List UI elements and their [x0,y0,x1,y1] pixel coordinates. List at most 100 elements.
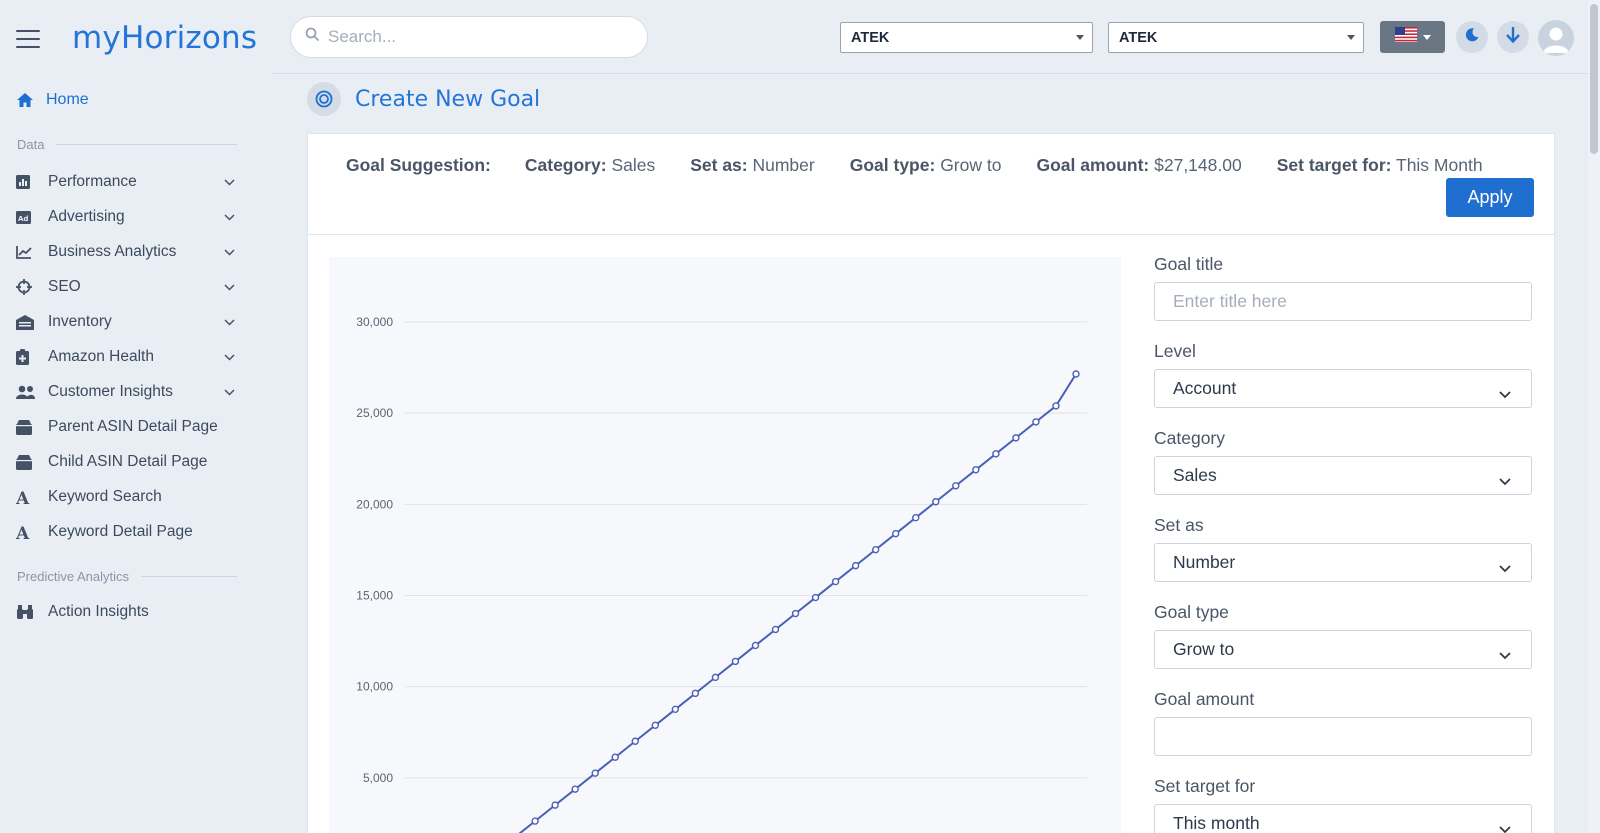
data-point[interactable] [591,769,599,777]
goal-amount-input[interactable] [1154,717,1532,756]
page-header: Create New Goal [307,82,540,116]
home-icon [16,92,46,108]
data-point[interactable] [531,817,539,825]
data-point[interactable] [1032,418,1040,426]
goal-suggestion: Goal Suggestion: Category: Sales Set as:… [346,155,1526,176]
chevron-down-icon[interactable] [222,283,236,291]
hamburger-icon[interactable] [16,30,40,48]
data-point[interactable] [972,466,980,474]
warehouse-icon [16,314,48,330]
apply-button[interactable]: Apply [1446,178,1534,217]
svg-text:Ad: Ad [18,215,28,223]
set-as-select[interactable]: Number [1154,543,1532,582]
chevron-down-icon [1499,644,1511,665]
goal-type-label: Goal type [1154,602,1229,622]
users-icon [16,385,48,399]
data-point[interactable] [1052,402,1060,410]
target-select[interactable]: This month [1154,804,1532,833]
suggestion-target: Set target for: This Month [1276,155,1483,175]
svg-text:A: A [16,524,30,540]
set-as-value: Number [1173,552,1236,572]
svg-text:A: A [16,489,30,505]
chevron-down-icon [1499,470,1511,491]
data-point[interactable] [1012,434,1020,442]
data-point[interactable] [731,657,740,666]
data-point[interactable] [932,498,940,506]
data-point[interactable] [892,529,900,538]
brand-logo[interactable]: myHorizons [72,20,257,56]
scrollbar-thumb[interactable] [1590,4,1598,154]
chevron-down-icon[interactable] [222,318,236,326]
caret-down-icon [1347,35,1355,40]
dark-mode-toggle[interactable] [1456,21,1488,53]
chevron-down-icon[interactable] [222,248,236,256]
sidebar-item-parent-asin-detail-page[interactable]: Parent ASIN Detail Page [16,415,236,439]
level-select[interactable]: Account [1154,369,1532,408]
sidebar-item-home[interactable]: Home [16,88,246,112]
level-value: Account [1173,378,1237,398]
category-label: Category [1154,428,1226,448]
data-point[interactable] [711,673,720,682]
download-button[interactable] [1497,21,1529,53]
data-point[interactable] [551,801,559,809]
avatar[interactable] [1538,20,1574,56]
data-point[interactable] [751,641,760,650]
goal-title-input[interactable] [1154,282,1532,321]
data-point[interactable] [851,561,860,570]
data-point[interactable] [1072,370,1080,378]
caret-down-icon [1422,34,1431,40]
letter-a-icon: A [16,489,48,505]
account-select-2[interactable]: ATEK [1108,22,1364,53]
user-icon [1543,27,1569,53]
chevron-down-icon[interactable] [222,178,236,186]
sidebar-item-customer-insights[interactable]: Customer Insights [16,380,236,404]
suggestion-category: Category: Sales [524,155,656,175]
data-point[interactable] [912,513,920,522]
sidebar-item-performance[interactable]: Performance [16,170,236,194]
data-point[interactable] [952,482,960,490]
chevron-down-icon [1499,383,1511,404]
data-point[interactable] [651,721,659,729]
sidebar-item-label: Parent ASIN Detail Page [48,418,218,435]
sidebar-item-inventory[interactable]: Inventory [16,310,236,334]
account-select-1[interactable]: ATEK [840,22,1093,53]
goal-card: Goal Suggestion: Category: Sales Set as:… [307,133,1555,833]
y-tick-label: 5,000 [363,771,393,785]
data-point[interactable] [871,545,880,554]
account-select-2-value: ATEK [1119,29,1158,46]
data-point[interactable] [571,785,579,793]
sidebar-item-business-analytics[interactable]: Business Analytics [16,240,236,264]
chevron-down-icon[interactable] [222,353,236,361]
sidebar-item-seo[interactable]: SEO [16,275,236,299]
search-box[interactable] [290,16,648,58]
chevron-down-icon[interactable] [222,388,236,396]
sidebar-item-action-insights[interactable]: Action Insights [16,600,236,624]
crosshair-icon [16,279,48,295]
goal-type-select[interactable]: Grow to [1154,630,1532,669]
sidebar-item-advertising[interactable]: Ad Advertising [16,205,236,229]
data-point[interactable] [811,593,820,602]
page-scrollbar[interactable] [1588,0,1600,833]
sidebar-item-keyword-search[interactable]: A Keyword Search [16,485,236,509]
data-point[interactable] [611,753,619,761]
data-point[interactable] [791,609,800,618]
data-point[interactable] [631,737,639,745]
sidebar-item-child-asin-detail-page[interactable]: Child ASIN Detail Page [16,450,236,474]
chevron-down-icon[interactable] [222,213,236,221]
data-point[interactable] [771,625,780,634]
category-select[interactable]: Sales [1154,456,1532,495]
suggestion-lead: Goal Suggestion: [346,155,491,175]
data-point[interactable] [671,705,680,714]
sidebar-item-label: Advertising [48,208,125,225]
suggestion-set-as: Set as: Number [690,155,815,175]
search-input[interactable] [328,27,628,47]
sidebar-item-keyword-detail-page[interactable]: A Keyword Detail Page [16,520,236,544]
sidebar-item-amazon-health[interactable]: Amazon Health [16,345,236,369]
y-tick-label: 15,000 [356,589,393,603]
data-point[interactable] [691,689,700,698]
data-point[interactable] [992,450,1000,458]
data-point[interactable] [831,577,840,586]
sidebar-item-label: SEO [48,278,81,295]
language-selector[interactable] [1380,21,1445,53]
menu-toggle[interactable] [16,22,40,56]
